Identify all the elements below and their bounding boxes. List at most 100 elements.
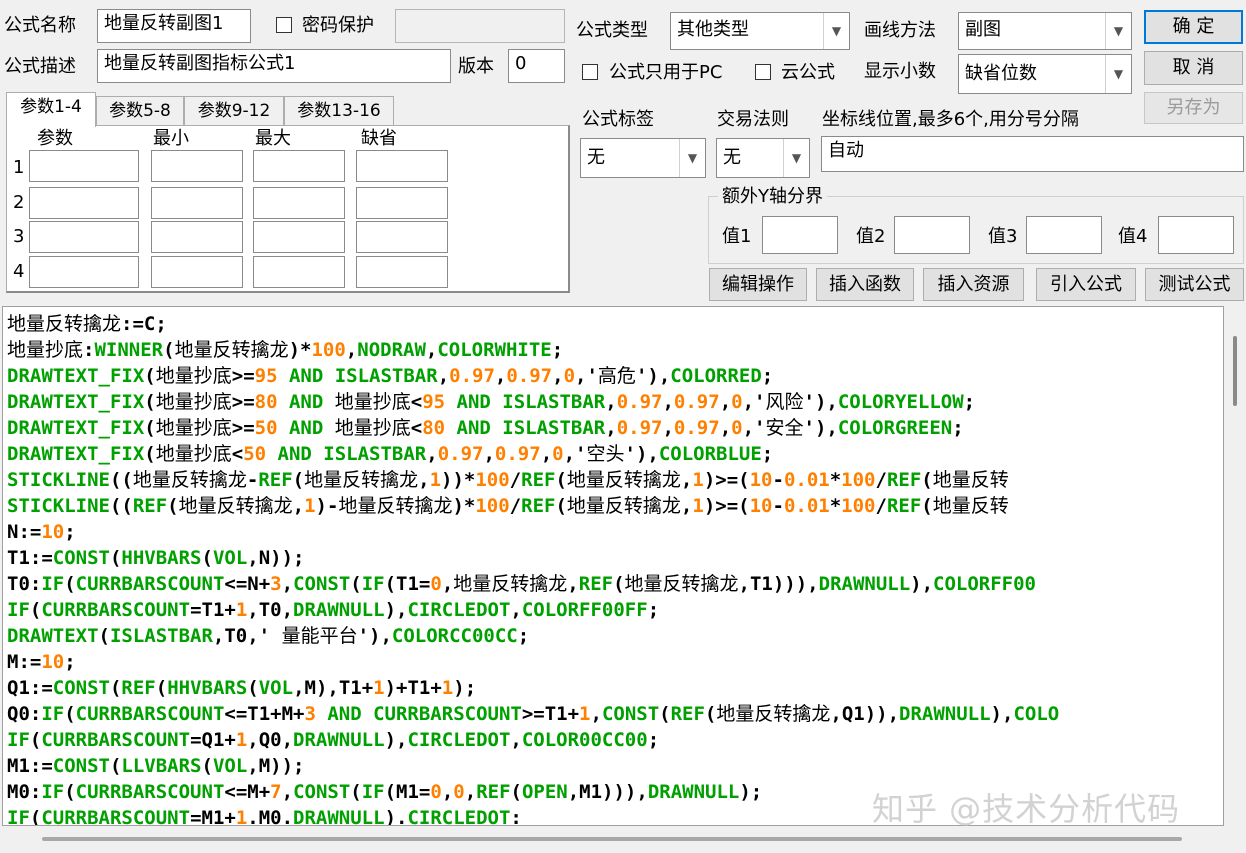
formula-desc-label: 公式描述 <box>4 56 76 77</box>
code-text-run: N:= <box>7 521 42 543</box>
param-4-min-input[interactable] <box>151 256 243 288</box>
code-keyword: REF <box>521 469 556 491</box>
code-text-run: 地量抄底 <box>155 417 232 439</box>
code-text-run: '), <box>357 625 392 647</box>
param-row-index: 1 <box>13 157 25 178</box>
param-4-name-input[interactable] <box>29 256 139 288</box>
code-text-run: ( <box>659 703 671 725</box>
param-1-default-input[interactable] <box>356 150 448 182</box>
code-text-run: ,Q0, <box>247 729 294 751</box>
code-text-run: ,T1))), <box>738 573 819 595</box>
code-text-run: <=N+ <box>224 573 271 595</box>
save-as-button[interactable]: 另存为 <box>1144 92 1243 124</box>
yaxis-value-1-input[interactable] <box>762 216 838 254</box>
code-text-run: 地量抄底 <box>155 391 232 413</box>
yaxis-value-4-input[interactable] <box>1158 216 1234 254</box>
formula-code-editor[interactable]: 地量反转擒龙:=C; 地量抄底:WINNER(地量反转擒龙)*100,NODRAW… <box>2 306 1224 826</box>
code-text-run: )+T1+ <box>384 677 442 699</box>
code-number: 0.97 <box>506 365 553 387</box>
code-keyword: WINNER <box>94 339 164 361</box>
code-number: 0 <box>430 781 442 803</box>
code-text-run: 地量反转 <box>932 495 1009 517</box>
param-2-max-input[interactable] <box>253 187 345 219</box>
param-3-default-input[interactable] <box>356 221 448 253</box>
ok-button[interactable]: 确 定 <box>1144 10 1243 44</box>
vertical-scrollbar[interactable] <box>1226 306 1244 826</box>
param-header-max: 最大 <box>255 128 291 149</box>
code-text-run: ,T0, <box>247 599 294 621</box>
code-text-run: 地量反转擒龙 <box>566 495 681 517</box>
param-4-max-input[interactable] <box>253 256 345 288</box>
param-1-name-input[interactable] <box>29 150 139 182</box>
yaxis-value-3-input[interactable] <box>1026 216 1102 254</box>
tab-params-13-16[interactable]: 参数13-16 <box>284 96 394 126</box>
vertical-scroll-thumb[interactable] <box>1233 336 1237 406</box>
version-input[interactable]: 0 <box>508 49 565 83</box>
code-text-run: ( <box>555 495 567 517</box>
code-text-run: 风险 <box>765 391 804 413</box>
horizontal-scroll-thumb[interactable] <box>42 837 1182 841</box>
code-keyword: STICKLINE <box>7 495 110 517</box>
edit-operation-button[interactable]: 编辑操作 <box>709 268 807 301</box>
code-line: DRAWTEXT_FIX(地量抄底>=80 AND 地量抄底<95 AND IS… <box>7 389 1059 415</box>
code-text-run: >=T1+ <box>521 703 580 725</box>
yaxis-value-1-label: 值1 <box>722 226 752 247</box>
param-2-default-input[interactable] <box>356 187 448 219</box>
formula-type-select[interactable]: 其他类型 ▼ <box>670 12 850 50</box>
import-formula-button[interactable]: 引入公式 <box>1036 268 1136 301</box>
horizontal-scrollbar[interactable] <box>2 828 1224 850</box>
code-text-run: ,' <box>575 365 598 387</box>
decimals-select[interactable]: 缺省位数 ▼ <box>958 54 1132 94</box>
code-text-run: >= <box>231 365 255 387</box>
formula-name-input[interactable]: 地量反转副图1 <box>97 9 251 43</box>
code-keyword: REF <box>886 495 922 517</box>
code-text-run: ( <box>144 391 156 413</box>
param-3-max-input[interactable] <box>253 221 345 253</box>
code-number: 10 <box>41 521 65 543</box>
trade-rule-select[interactable]: 无 ▼ <box>716 138 810 178</box>
tab-params-9-12[interactable]: 参数9-12 <box>184 96 284 126</box>
insert-resource-button[interactable]: 插入资源 <box>923 268 1024 301</box>
formula-tag-select[interactable]: 无 ▼ <box>580 138 706 178</box>
tab-params-5-8[interactable]: 参数5-8 <box>96 96 184 126</box>
param-2-name-input[interactable] <box>29 187 139 219</box>
code-text-run: : <box>83 339 95 361</box>
cloud-formula-checkbox[interactable] <box>755 64 771 80</box>
code-text-run: : <box>510 807 522 826</box>
code-keyword: ISLASTBAR <box>109 625 213 647</box>
password-input[interactable] <box>395 9 565 43</box>
code-text-run: ; <box>64 651 76 673</box>
code-number: 3 <box>304 703 316 725</box>
draw-method-select[interactable]: 副图 ▼ <box>958 12 1132 50</box>
password-protect-checkbox[interactable] <box>276 17 292 33</box>
chevron-down-icon: ▼ <box>783 139 809 177</box>
param-3-name-input[interactable] <box>29 221 139 253</box>
code-text-run: , <box>567 573 579 595</box>
param-2-min-input[interactable] <box>151 187 243 219</box>
param-4-default-input[interactable] <box>356 256 448 288</box>
pc-only-checkbox[interactable] <box>582 64 598 80</box>
param-1-min-input[interactable] <box>151 150 243 182</box>
code-number: 80 <box>422 417 446 439</box>
test-formula-button[interactable]: 测试公式 <box>1145 268 1244 301</box>
axis-position-input[interactable]: 自动 <box>821 136 1244 172</box>
code-keyword: AND ISLASTBAR <box>277 365 438 387</box>
code-text-run: )* <box>288 339 312 361</box>
code-text-run: ( <box>109 677 122 699</box>
code-keyword: HHVBARS <box>167 677 248 699</box>
code-text-run: 地量抄底 <box>155 443 232 465</box>
tab-params-1-4[interactable]: 参数1-4 <box>6 92 96 127</box>
code-text-run: , <box>680 469 693 491</box>
param-3-min-input[interactable] <box>151 221 243 253</box>
insert-function-button[interactable]: 插入函数 <box>816 268 914 301</box>
code-number: 0.97 <box>616 391 663 413</box>
formula-desc-input[interactable]: 地量反转副图指标公式1 <box>97 49 451 83</box>
code-keyword: DRAWTEXT_FIX <box>7 443 145 465</box>
code-keyword: AND ISLASTBAR <box>266 443 427 465</box>
code-text-run: ( <box>64 703 76 725</box>
param-1-max-input[interactable] <box>253 150 345 182</box>
cancel-button[interactable]: 取 消 <box>1144 51 1243 85</box>
code-text-run: , <box>605 417 617 439</box>
yaxis-value-2-input[interactable] <box>894 216 970 254</box>
code-text-run: ( <box>29 807 42 826</box>
